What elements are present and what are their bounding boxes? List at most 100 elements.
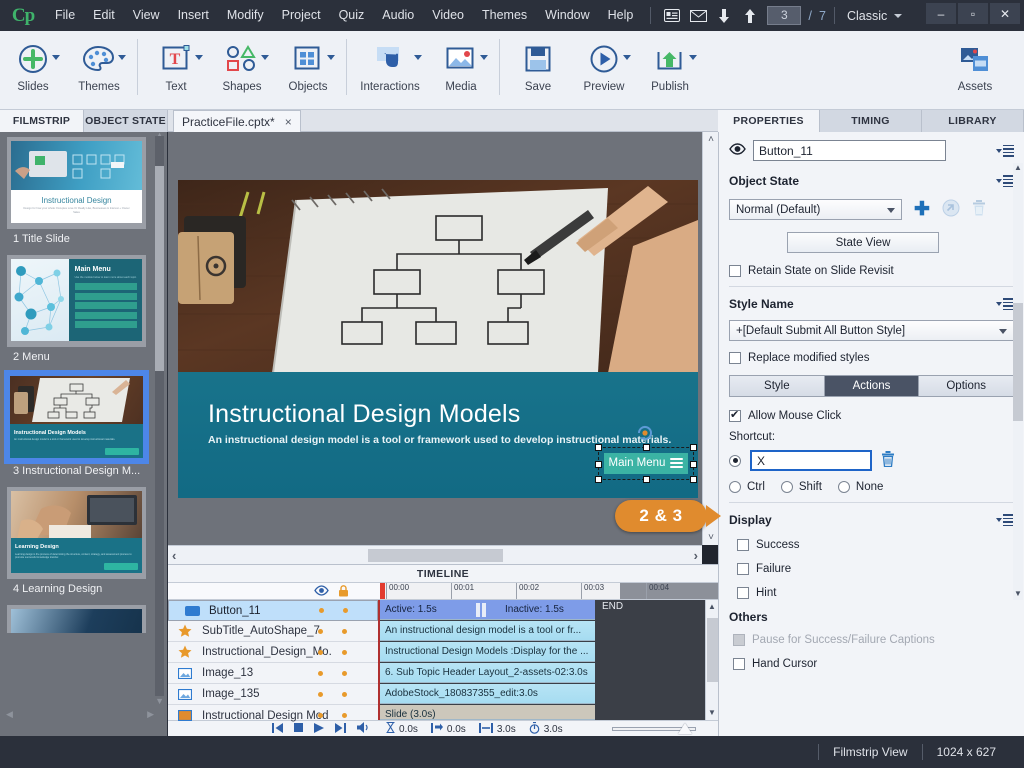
- tab-filmstrip[interactable]: FILMSTRIP: [0, 110, 84, 132]
- chevron-down-icon[interactable]: [195, 55, 203, 60]
- workspace-selector[interactable]: Classic: [847, 9, 887, 23]
- shift-radio[interactable]: [780, 481, 793, 493]
- menu-quiz[interactable]: Quiz: [330, 0, 374, 31]
- current-slide-input[interactable]: 3: [767, 6, 802, 25]
- visibility-dot[interactable]: [318, 628, 323, 634]
- tab-timing[interactable]: TIMING: [820, 110, 922, 132]
- ribbon-media-button[interactable]: Media: [428, 31, 494, 110]
- menu-window[interactable]: Window: [536, 0, 598, 31]
- scroll-down-icon[interactable]: ˅: [703, 530, 719, 545]
- tab-options[interactable]: Options: [919, 376, 1014, 396]
- chevron-down-icon[interactable]: [118, 55, 126, 60]
- timeline-bar-slide[interactable]: Slide (3.0s): [380, 705, 595, 720]
- canvas-title[interactable]: Instructional Design Models: [208, 400, 521, 429]
- scroll-right-icon[interactable]: ›: [694, 548, 698, 563]
- none-radio[interactable]: [837, 481, 850, 493]
- stage-horizontal-scrollbar[interactable]: ‹ ›: [168, 545, 702, 564]
- tab-style[interactable]: Style: [730, 376, 825, 396]
- resize-handle-n[interactable]: [643, 443, 650, 451]
- slide-thumbnail[interactable]: Learning Design Learning design is the p…: [7, 487, 146, 579]
- slide-notes-icon[interactable]: [659, 0, 685, 31]
- menu-help[interactable]: Help: [599, 0, 643, 31]
- menu-themes[interactable]: Themes: [473, 0, 536, 31]
- stage-vertical-scrollbar[interactable]: ˄ ˅: [702, 132, 718, 545]
- hand-cursor-row[interactable]: Hand Cursor: [733, 658, 1014, 670]
- move-up-icon[interactable]: [737, 0, 763, 31]
- table-row[interactable]: Instructional_Design_Mo.: [168, 642, 378, 663]
- chevron-down-icon[interactable]: [52, 55, 60, 60]
- chevron-down-icon[interactable]: [261, 55, 269, 60]
- lock-dot[interactable]: [342, 649, 347, 655]
- trash-icon[interactable]: [881, 451, 895, 470]
- close-button[interactable]: ✕: [990, 3, 1020, 24]
- resize-handle-ne[interactable]: [690, 443, 697, 451]
- chevron-down-icon[interactable]: [623, 55, 631, 60]
- retain-state-row[interactable]: Retain State on Slide Revisit: [729, 265, 1014, 277]
- filmstrip-slide-5[interactable]: [7, 605, 152, 633]
- table-row[interactable]: Image_135: [168, 684, 378, 705]
- ribbon-objects-button[interactable]: Objects: [275, 31, 341, 110]
- mail-icon[interactable]: [685, 0, 711, 31]
- timeline-vertical-scrollbar[interactable]: ▲ ▼: [705, 600, 718, 720]
- hand-cursor-checkbox[interactable]: [733, 658, 745, 670]
- ribbon-assets-button[interactable]: Assets: [942, 31, 1008, 110]
- resize-handle-e[interactable]: [690, 460, 697, 468]
- visibility-dot[interactable]: [318, 670, 323, 676]
- table-row[interactable]: Button_11: [168, 600, 378, 621]
- panel-menu-icon[interactable]: [996, 173, 1014, 189]
- display-failure-row[interactable]: Failure: [737, 563, 1014, 575]
- playhead[interactable]: [380, 583, 385, 599]
- timeline-scroll-thumb[interactable]: [707, 618, 718, 682]
- visibility-dot[interactable]: [318, 691, 323, 697]
- scroll-up-icon[interactable]: ▲: [706, 600, 718, 614]
- scroll-down-icon[interactable]: ▼: [706, 706, 718, 720]
- filmstrip-hscroll[interactable]: ◀ ▶: [0, 706, 160, 722]
- canvas-hero-image[interactable]: [178, 180, 698, 373]
- timeline-ruler[interactable]: 00:00 00:01 00:02 00:03 00:04: [380, 583, 718, 599]
- pause-marker-icon[interactable]: [476, 603, 488, 617]
- resize-handle-sw[interactable]: [595, 475, 602, 483]
- timeline-bar-image13[interactable]: 6. Sub Topic Header Layout_2-assets-02:3…: [380, 663, 595, 683]
- object-name-input[interactable]: [753, 140, 946, 161]
- add-state-icon[interactable]: ✚: [914, 200, 930, 219]
- slide-thumbnail[interactable]: Main Menu Use the module below to learn …: [7, 255, 146, 347]
- chevron-down-icon[interactable]: [689, 55, 697, 60]
- ctrl-radio[interactable]: [729, 481, 741, 493]
- timeline-zoom-slider[interactable]: [612, 723, 696, 734]
- menu-view[interactable]: View: [124, 0, 169, 31]
- zoom-slider-handle[interactable]: [678, 723, 692, 734]
- panel-menu-icon[interactable]: [996, 143, 1014, 159]
- chevron-down-icon[interactable]: [480, 55, 488, 60]
- stage-scroll-thumb[interactable]: [368, 549, 503, 562]
- scroll-up-icon[interactable]: ▲: [1013, 163, 1023, 172]
- panel-menu-icon[interactable]: [996, 296, 1014, 312]
- ribbon-save-button[interactable]: Save: [505, 31, 571, 110]
- ribbon-interactions-button[interactable]: Interactions: [352, 31, 428, 110]
- filmstrip-scroll-thumb[interactable]: [155, 166, 164, 371]
- slide-thumbnail[interactable]: Instructional Design Models An instructi…: [4, 370, 149, 464]
- stage-area[interactable]: Instructional Design Models An instructi…: [168, 132, 718, 545]
- tab-library[interactable]: LIBRARY: [922, 110, 1024, 132]
- scroll-down-icon[interactable]: ▼: [1013, 589, 1023, 598]
- canvas-text-band[interactable]: Instructional Design Models An instructi…: [178, 372, 698, 498]
- menu-audio[interactable]: Audio: [373, 0, 423, 31]
- slide-thumbnail[interactable]: Instructional Design Design for how your…: [7, 137, 146, 229]
- filmstrip-slide-1[interactable]: Instructional Design Design for how your…: [7, 137, 152, 245]
- success-checkbox[interactable]: [737, 539, 749, 551]
- lock-dot[interactable]: [343, 608, 348, 613]
- lock-dot[interactable]: [342, 670, 347, 676]
- timeline-bar-image135[interactable]: AdobeStock_180837355_edit:3.0s: [380, 684, 595, 704]
- visibility-dot[interactable]: [318, 713, 323, 718]
- allow-mouse-click-row[interactable]: Allow Mouse Click: [729, 408, 1014, 422]
- ribbon-themes-button[interactable]: Themes: [66, 31, 132, 110]
- filmstrip-slide-2[interactable]: Main Menu Use the module below to learn …: [7, 255, 152, 363]
- timeline-bar-subtitle[interactable]: An instructional design model is a tool …: [380, 621, 595, 641]
- display-success-row[interactable]: Success: [737, 539, 1014, 551]
- eye-icon[interactable]: [729, 143, 746, 158]
- tab-actions[interactable]: Actions: [824, 376, 920, 396]
- resize-handle-w[interactable]: [595, 460, 602, 468]
- retain-state-checkbox[interactable]: [729, 265, 741, 277]
- properties-scrollbar[interactable]: ▲ ▼: [1013, 163, 1023, 600]
- chevron-down-icon[interactable]: [414, 55, 422, 60]
- menu-video[interactable]: Video: [423, 0, 473, 31]
